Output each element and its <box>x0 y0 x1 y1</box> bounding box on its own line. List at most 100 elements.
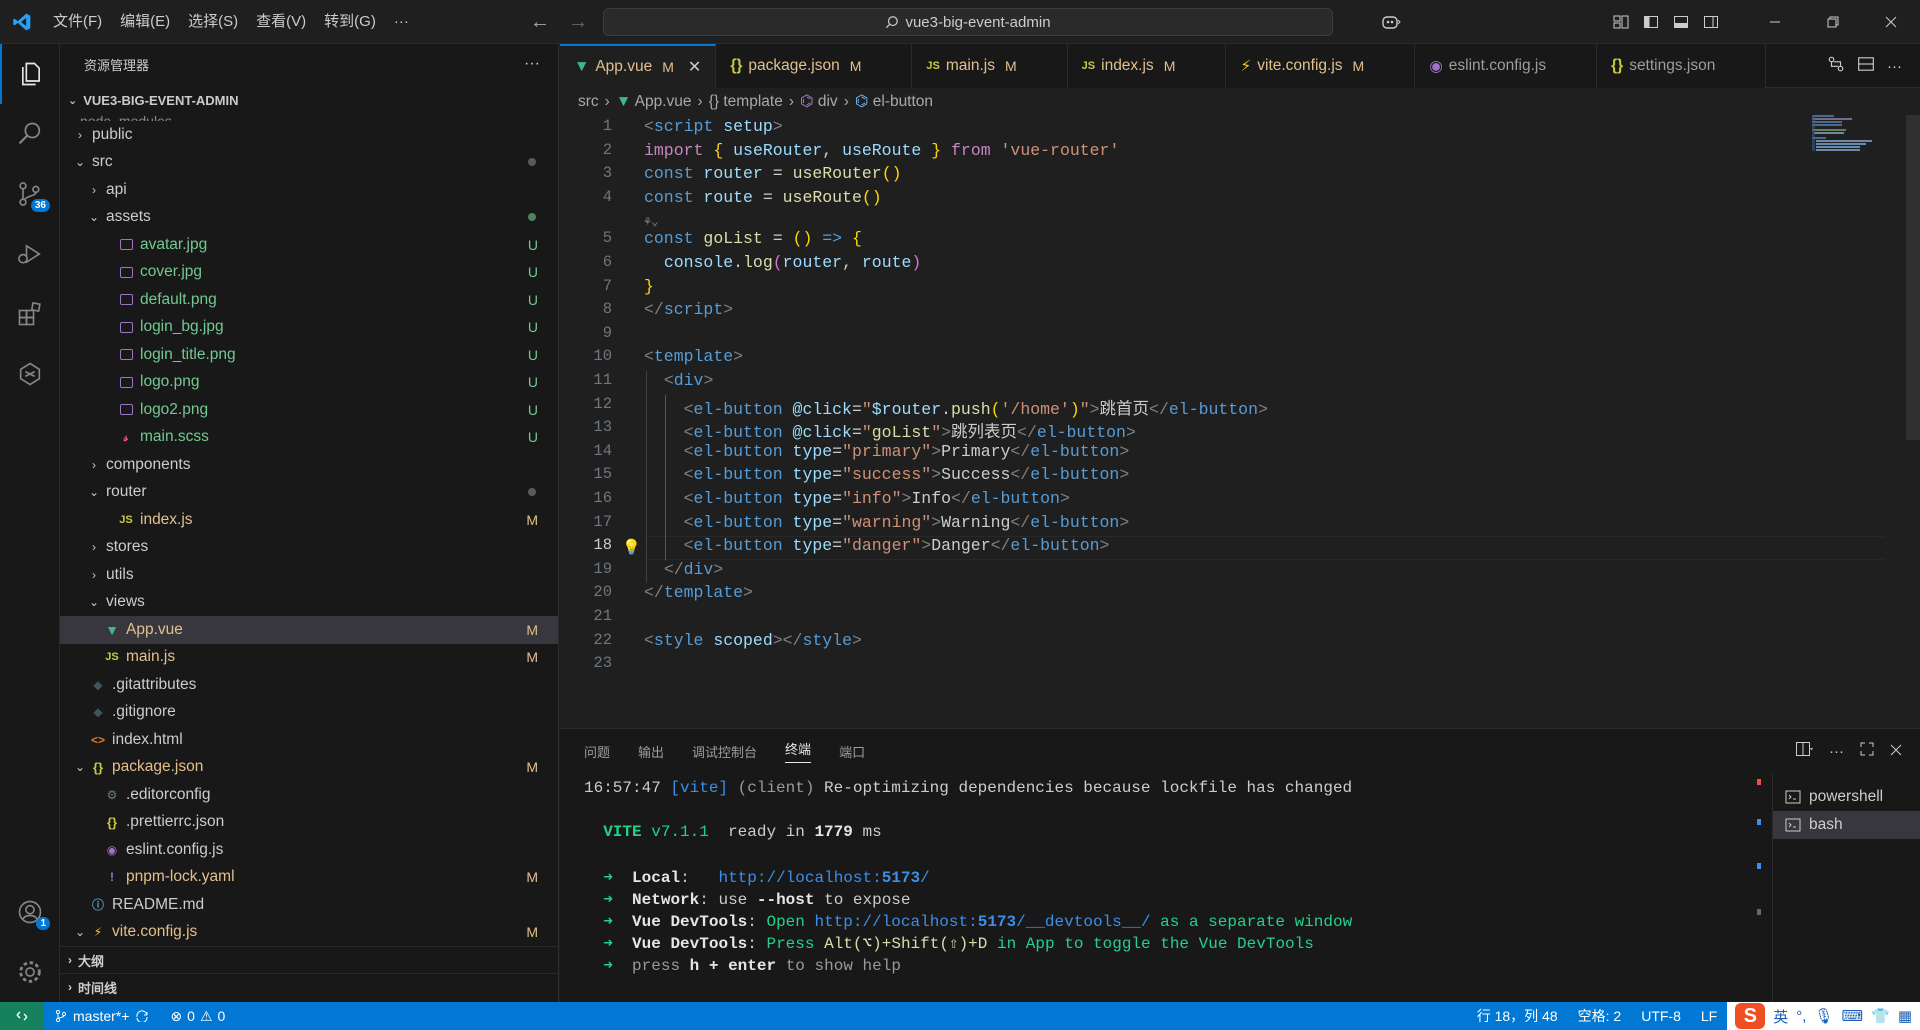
tree-item[interactable]: JS index.js M <box>60 506 558 534</box>
cursor-position[interactable]: 行 18，列 48 <box>1467 1006 1568 1026</box>
forward-arrow-icon[interactable]: → <box>568 11 588 34</box>
branch-indicator[interactable]: master*+ <box>44 1008 160 1024</box>
code-line[interactable]: <el-button type="info">Info</el-button> <box>644 489 1070 508</box>
code-line[interactable]: <el-button type="success">Success</el-bu… <box>644 465 1130 484</box>
code-line[interactable]: const route = useRoute() <box>644 188 882 207</box>
editor-tab[interactable]: {} package.json M <box>716 44 913 88</box>
minimize-icon[interactable] <box>1746 0 1804 44</box>
menu-item[interactable]: 选择(S) <box>179 0 247 44</box>
tree-item[interactable]: ◆ .gitattributes <box>60 671 558 699</box>
source-control-icon[interactable]: 36 <box>0 164 60 224</box>
code-line[interactable]: <template> <box>644 347 743 366</box>
tree-item[interactable]: ◉ eslint.config.js <box>60 836 558 864</box>
tree-item[interactable]: ⌄ {} package.json M <box>60 754 558 782</box>
encoding[interactable]: UTF-8 <box>1631 1008 1691 1024</box>
keyboard-icon[interactable]: ⌨ <box>1841 1007 1863 1025</box>
tree-item[interactable]: ⌄ src <box>60 149 558 177</box>
breadcrumb-item[interactable]: src <box>578 93 599 111</box>
tree-item[interactable]: login_title.png U <box>60 341 558 369</box>
tree-item[interactable]: ⌄ ⚡ vite.config.js M <box>60 919 558 947</box>
code-line[interactable]: <style scoped></style> <box>644 631 862 650</box>
tree-item[interactable]: › components <box>60 451 558 479</box>
editor-scrollbar[interactable] <box>1906 115 1920 440</box>
code-line[interactable]: const router = useRouter() <box>644 164 902 183</box>
run-debug-icon[interactable] <box>0 224 60 284</box>
code-line[interactable]: </script> <box>644 300 733 319</box>
tree-item[interactable]: JS main.js M <box>60 644 558 672</box>
tree-item[interactable]: › public <box>60 121 558 149</box>
panel-tab[interactable]: 调试控制台 <box>692 742 757 761</box>
explorer-icon[interactable] <box>0 44 60 104</box>
ime-punct[interactable]: °, <box>1796 1008 1806 1025</box>
customize-layout-icon[interactable] <box>1606 0 1636 44</box>
toggle-panel-icon[interactable] <box>1666 0 1696 44</box>
toolbox-icon[interactable]: ▦ <box>1898 1007 1912 1025</box>
maximize-panel-icon[interactable] <box>1860 742 1874 760</box>
ime-lang[interactable]: 英 <box>1773 1006 1788 1027</box>
tree-item[interactable]: ◆ .gitignore <box>60 699 558 727</box>
back-arrow-icon[interactable]: ← <box>530 11 550 34</box>
workspace-root[interactable]: ⌄ VUE3-BIG-EVENT-ADMIN <box>60 89 558 111</box>
extensions-icon[interactable] <box>0 284 60 344</box>
timeline-section[interactable]: › 时间线 <box>60 973 558 1000</box>
problems-indicator[interactable]: ⊗ 0 ⚠ 0 <box>160 1008 235 1025</box>
menu-item[interactable]: ··· <box>385 0 418 44</box>
code-editor[interactable]: 1 <script setup> 2 import { useRouter, useR… <box>560 115 1900 728</box>
tree-item[interactable]: ! pnpm-lock.yaml M <box>60 864 558 892</box>
code-line[interactable]: } <box>644 277 654 296</box>
accounts-icon[interactable]: 1 <box>0 882 60 942</box>
code-line[interactable]: <el-button type="primary">Primary</el-bu… <box>644 442 1130 461</box>
breadcrumb-item[interactable]: ▼ App.vue <box>616 93 692 111</box>
node-modules-partial-row[interactable]: node_modules <box>60 111 558 121</box>
minimap[interactable] <box>1812 115 1892 155</box>
remote-explorer-icon[interactable] <box>0 344 60 404</box>
panel-more-icon[interactable]: ··· <box>1829 743 1844 760</box>
code-line[interactable]: console.log(router, route) <box>644 253 922 272</box>
code-line[interactable]: <el-button type="warning">Warning</el-bu… <box>644 513 1130 532</box>
code-line[interactable]: import { useRouter, useRoute } from 'vue… <box>644 141 1119 160</box>
tree-item[interactable]: avatar.jpg U <box>60 231 558 259</box>
tree-item[interactable]: {} .prettierrc.json <box>60 809 558 837</box>
tree-item[interactable]: logo2.png U <box>60 396 558 424</box>
code-line[interactable]: <el-button @click="$router.push('/home')… <box>644 395 1268 419</box>
code-line[interactable]: <el-button @click="goList">跳列表页</el-butt… <box>644 418 1136 442</box>
breadcrumb-item[interactable]: ⌬ el-button <box>855 92 933 111</box>
editor-tab[interactable]: ⚡ vite.config.js M <box>1226 44 1416 88</box>
toggle-secondary-sidebar-icon[interactable] <box>1696 0 1726 44</box>
code-line[interactable]: </template> <box>644 583 753 602</box>
tree-item[interactable]: › stores <box>60 534 558 562</box>
tree-item[interactable]: <> index.html <box>60 726 558 754</box>
editor-tab[interactable]: {} settings.json <box>1597 44 1767 88</box>
copilot-icon[interactable] <box>1366 0 1416 44</box>
menu-item[interactable]: 文件(F) <box>44 0 111 44</box>
microphone-icon[interactable]: 🎙 <box>1814 1007 1833 1025</box>
explorer-more-button[interactable]: ··· <box>524 55 540 73</box>
open-changes-icon[interactable] <box>1827 55 1845 77</box>
more-actions-icon[interactable]: ··· <box>1887 58 1902 75</box>
tree-item[interactable]: ▼ App.vue M <box>60 616 558 644</box>
outline-section[interactable]: › 大纲 <box>60 946 558 973</box>
command-center-search[interactable]: vue3-big-event-admin <box>603 8 1333 36</box>
skin-icon[interactable]: 👕 <box>1871 1007 1890 1025</box>
tree-item[interactable]: logo.png U <box>60 369 558 397</box>
menu-item[interactable]: 转到(G) <box>315 0 385 44</box>
tree-item[interactable]: ⌄ assets <box>60 204 558 232</box>
tree-item[interactable]: default.png U <box>60 286 558 314</box>
editor-tab[interactable]: ◉ eslint.config.js <box>1415 44 1598 88</box>
ime-toolbar[interactable]: S 英 °, 🎙 ⌨ 👕 ▦ <box>1727 1002 1920 1030</box>
tree-item[interactable]: login_bg.jpg U <box>60 314 558 342</box>
panel-tab[interactable]: 终端 <box>785 739 812 763</box>
split-editor-icon[interactable] <box>1857 55 1875 77</box>
breadcrumb-item[interactable]: {} template <box>709 93 783 111</box>
search-activity-icon[interactable] <box>0 104 60 164</box>
toggle-primary-sidebar-icon[interactable] <box>1636 0 1666 44</box>
editor-tab[interactable]: JS main.js M <box>912 44 1068 88</box>
editor-tab[interactable]: ▼ App.vue M ✕ <box>560 44 717 88</box>
code-line[interactable]: <script setup> <box>644 117 783 136</box>
tree-item[interactable]: cover.jpg U <box>60 259 558 287</box>
panel-tab[interactable]: 端口 <box>839 742 865 761</box>
tree-item[interactable]: › api <box>60 176 558 204</box>
tree-item[interactable]: ⓘ README.md <box>60 891 558 919</box>
code-line[interactable]: ⚘⌄ <box>644 211 658 230</box>
menu-item[interactable]: 编辑(E) <box>111 0 179 44</box>
